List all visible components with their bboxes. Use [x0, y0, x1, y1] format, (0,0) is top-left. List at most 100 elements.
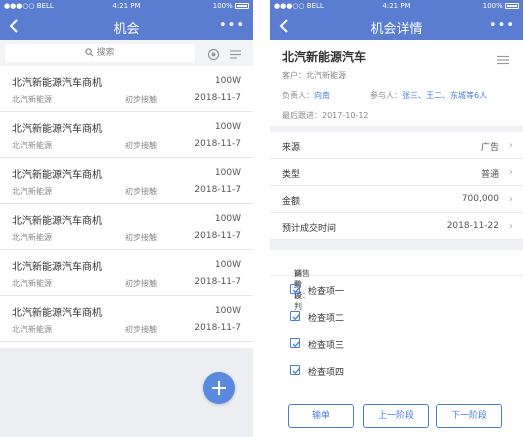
opportunity-list-screen: ●●●○○ BELL 4:21 PM 100% 机会 ••• 搜索 北汽新能源汽…: [0, 0, 253, 437]
detail-field-row[interactable]: 来源 广告 ›: [270, 132, 523, 159]
checkbox-checked-icon[interactable]: [290, 311, 300, 321]
item-stage: 初步接触: [125, 141, 157, 150]
item-date: 2018-11-7: [194, 277, 241, 287]
chevron-right-icon: ›: [509, 221, 513, 232]
filter-icon: [230, 50, 241, 59]
item-name: 北汽新能源汽车商机: [12, 308, 102, 319]
item-date: 2018-11-7: [194, 185, 241, 195]
action-buttons: 输单 上一阶段 下一阶段: [270, 404, 523, 430]
battery-status: 100%: [213, 2, 249, 10]
item-amount: 100W: [214, 76, 241, 86]
checklist-label: 检查项四: [308, 368, 345, 378]
detail-field-row[interactable]: 金额 700,000 ›: [270, 186, 523, 213]
item-date: 2018-11-7: [194, 139, 241, 149]
field-label: 金额: [282, 197, 301, 207]
chevron-right-icon: ›: [509, 167, 513, 178]
item-date: 2018-11-7: [194, 231, 241, 241]
opportunity-detail-screen: ●●●○○ BELL 4:21 PM 100% 机会详情 ••• 北汽新能源汽车…: [270, 0, 523, 437]
checklist-item[interactable]: 检查项三: [270, 330, 523, 357]
item-name: 北汽新能源汽车商机: [12, 170, 102, 181]
section-divider: [270, 240, 523, 250]
list-item[interactable]: 北汽新能源汽车商机 100W 北汽新能源 初步接触 2018-11-7: [0, 66, 253, 112]
field-value: 700,000: [461, 194, 499, 204]
participants-link[interactable]: 张三、王二、东城等6人: [402, 91, 487, 100]
item-company: 北汽新能源: [12, 141, 52, 150]
checklist-item[interactable]: 检查项一: [270, 276, 523, 303]
checkbox-checked-icon[interactable]: [290, 284, 300, 294]
menu-button[interactable]: [497, 50, 509, 69]
item-company: 北汽新能源: [12, 325, 52, 334]
search-icon: [85, 48, 94, 57]
view-toggle-button[interactable]: [207, 46, 220, 65]
stage-checklist: 检查项一检查项二检查项三检查项四: [270, 276, 523, 384]
battery-status: 100%: [483, 2, 519, 10]
item-name: 北汽新能源汽车商机: [12, 124, 102, 135]
chevron-right-icon: ›: [509, 140, 513, 151]
checklist-item[interactable]: 检查项二: [270, 303, 523, 330]
checklist-label: 检查项一: [308, 287, 345, 297]
search-input[interactable]: 搜索: [5, 44, 195, 62]
add-opportunity-button[interactable]: [203, 372, 235, 404]
opportunity-heading: 北汽新能源汽车: [282, 50, 367, 64]
list-item[interactable]: 北汽新能源汽车商机 100W 北汽新能源 初步接触 2018-11-7: [0, 296, 253, 342]
last-followup-value: 2017-10-12: [322, 111, 369, 120]
battery-percent: 100%: [212, 2, 233, 10]
item-company: 北汽新能源: [12, 187, 52, 196]
filter-button[interactable]: [229, 46, 242, 65]
list-item[interactable]: 北汽新能源汽车商机 100W 北汽新能源 初步接触 2018-11-7: [0, 250, 253, 296]
list-item[interactable]: 北汽新能源汽车商机 100W 北汽新能源 初步接触 2018-11-7: [0, 158, 253, 204]
item-amount: 100W: [214, 306, 241, 316]
lose-button[interactable]: 输单: [288, 404, 354, 428]
participants-line: 参与人：张三、王二、东城等6人: [370, 90, 487, 101]
list-item[interactable]: 北汽新能源汽车商机 100W 北汽新能源 初步接触 2018-11-7: [0, 112, 253, 158]
detail-field-row[interactable]: 预计成交时间 2018-11-22 ›: [270, 213, 523, 240]
item-name: 北汽新能源汽车商机: [12, 78, 102, 89]
more-button[interactable]: •••: [489, 18, 515, 33]
item-amount: 100W: [214, 168, 241, 178]
list-item[interactable]: 北汽新能源汽车商机 100W 北汽新能源 初步接触 2018-11-7: [0, 204, 253, 250]
item-amount: 100W: [214, 214, 241, 224]
field-label: 预计成交时间: [282, 224, 337, 234]
menu-icon: [497, 55, 509, 65]
customer-label: 客户：: [282, 71, 306, 80]
item-date: 2018-11-7: [194, 323, 241, 333]
participants-label: 参与人：: [370, 91, 402, 100]
item-name: 北汽新能源汽车商机: [12, 262, 102, 273]
item-stage: 初步接触: [125, 95, 157, 104]
item-stage: 初步接触: [125, 325, 157, 334]
nav-bar: 机会 •••: [0, 12, 253, 40]
previous-stage-button[interactable]: 上一阶段: [363, 404, 429, 428]
detail-header: 北汽新能源汽车 客户：北汽新能源 负责人：向南 参与人：张三、王二、东城等6人 …: [270, 40, 523, 132]
nav-bar: 机会详情 •••: [270, 12, 523, 40]
checkbox-checked-icon[interactable]: [290, 338, 300, 348]
detail-field-row[interactable]: 类型 普通 ›: [270, 159, 523, 186]
page-title: 机会详情: [370, 22, 423, 37]
item-amount: 100W: [214, 260, 241, 270]
opportunity-list: 北汽新能源汽车商机 100W 北汽新能源 初步接触 2018-11-7 北汽新能源汽车商机…: [0, 66, 253, 342]
checklist-item[interactable]: 检查项四: [270, 357, 523, 384]
battery-icon: [505, 3, 519, 9]
sales-stage: 销售阶段： 商务谈判: [270, 250, 523, 311]
search-placeholder: 搜索: [96, 48, 115, 58]
field-value: 2018-11-22: [446, 221, 499, 231]
item-stage: 初步接触: [125, 233, 157, 242]
more-button[interactable]: •••: [219, 18, 245, 33]
status-bar: ●●●○○ BELL 4:21 PM 100%: [270, 0, 523, 12]
checkbox-checked-icon[interactable]: [290, 365, 300, 375]
item-amount: 100W: [214, 122, 241, 132]
item-date: 2018-11-7: [194, 93, 241, 103]
last-followup-line: 最后跟进：2017-10-12: [282, 110, 369, 121]
owner-link[interactable]: 向南: [314, 91, 330, 100]
target-icon: [207, 48, 220, 61]
checklist-label: 检查项二: [308, 314, 345, 324]
checklist-label: 检查项三: [308, 341, 345, 351]
owner-label: 负责人：: [282, 91, 314, 100]
next-stage-button[interactable]: 下一阶段: [436, 404, 502, 428]
item-company: 北汽新能源: [12, 233, 52, 242]
status-bar: ●●●○○ BELL 4:21 PM 100%: [0, 0, 253, 12]
owner-line: 负责人：向南: [282, 90, 330, 101]
last-followup-label: 最后跟进：: [282, 111, 322, 120]
item-stage: 初步接触: [125, 279, 157, 288]
item-stage: 初步接触: [125, 187, 157, 196]
field-value: 广告: [480, 143, 499, 153]
